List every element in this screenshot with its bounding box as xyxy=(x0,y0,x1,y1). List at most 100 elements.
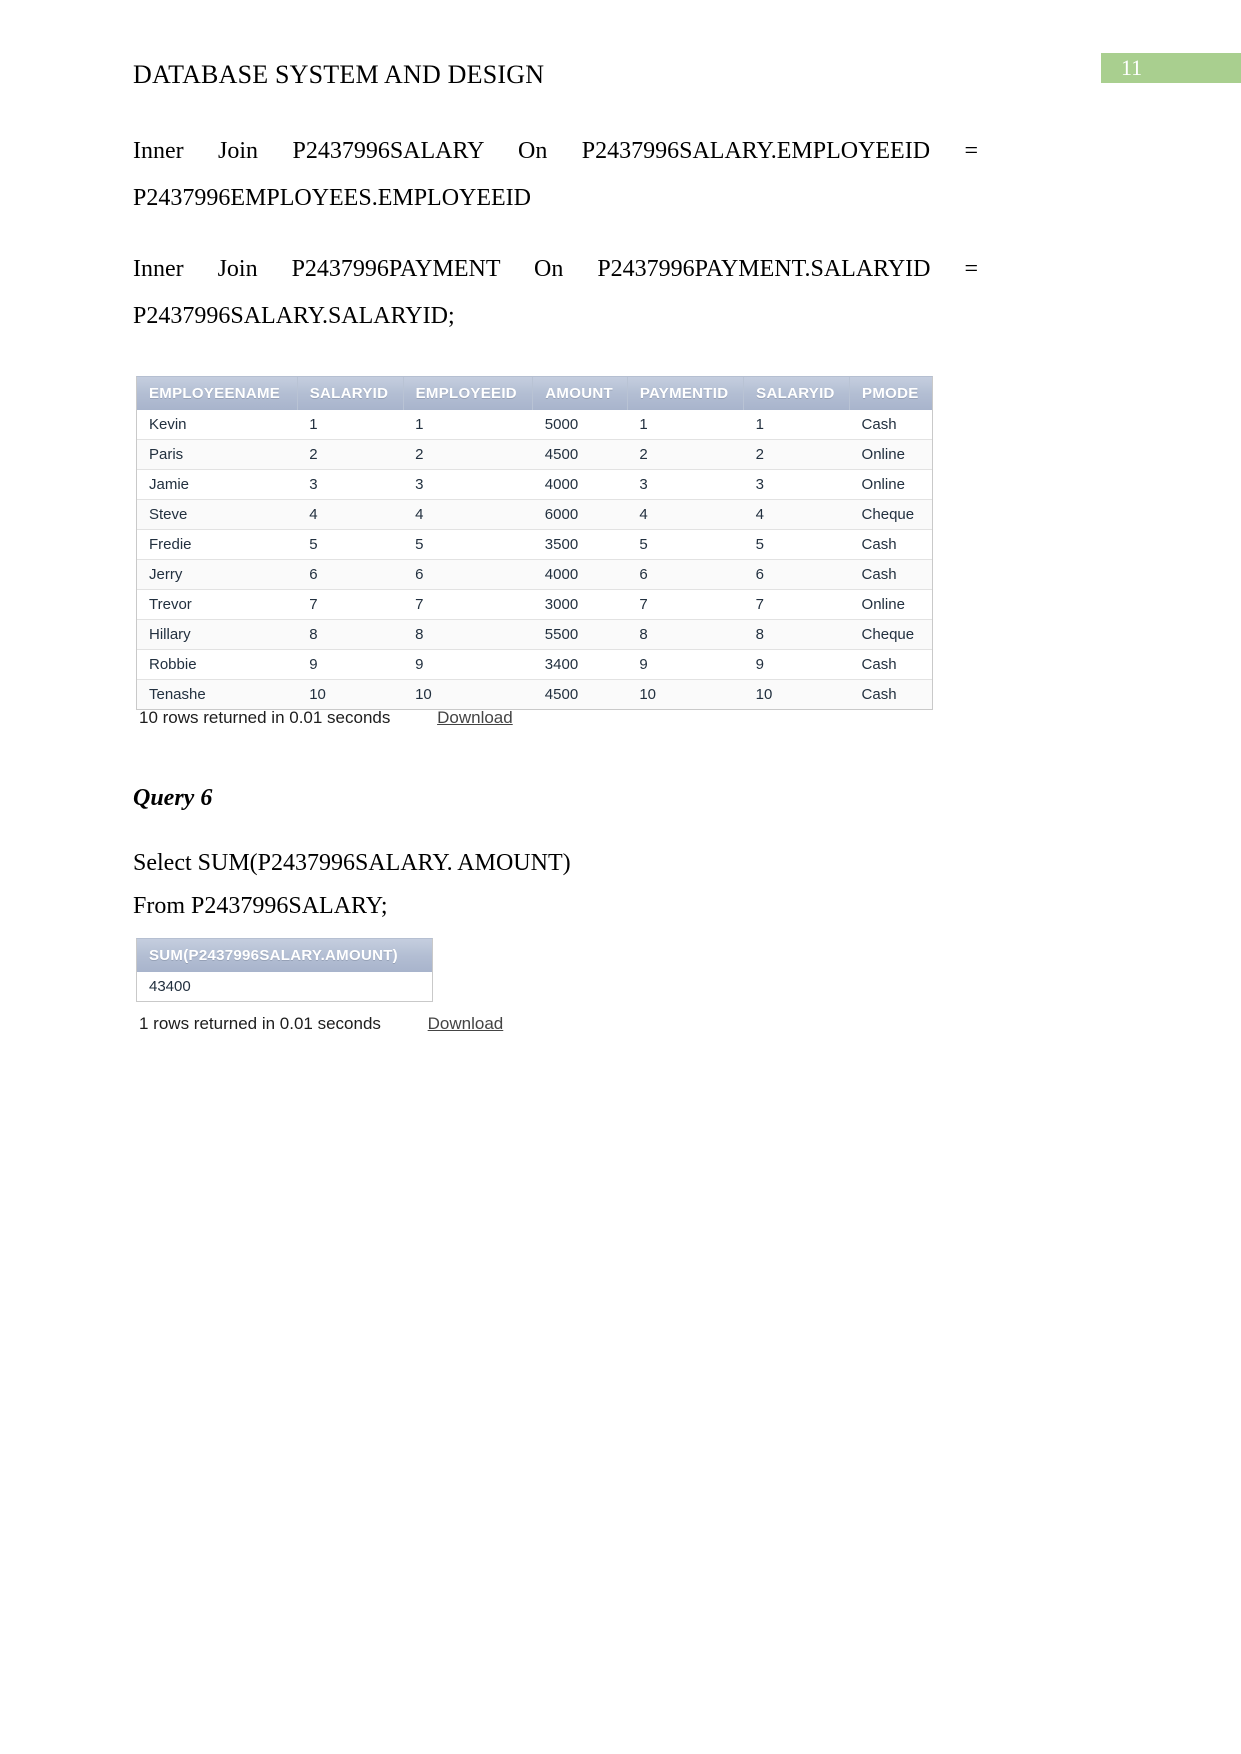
table-cell: 10 xyxy=(403,679,533,709)
page-title: DATABASE SYSTEM AND DESIGN xyxy=(133,60,545,89)
sql-statement-join-salary: Inner Join P2437996SALARY On P2437996SAL… xyxy=(133,128,978,222)
table-row: Paris 2 2 4500 2 2 Online xyxy=(137,439,932,470)
download-link[interactable]: Download xyxy=(437,708,513,728)
sql-line: Inner Join P2437996PAYMENT On P2437996PA… xyxy=(133,246,978,293)
table-cell: Online xyxy=(849,439,932,470)
table-cell: 1 xyxy=(627,410,744,440)
table-cell: 9 xyxy=(403,649,533,680)
query-result-table: EMPLOYEENAME SALARYID EMPLOYEEID AMOUNT PAYM… xyxy=(136,376,933,710)
table-cell: 3 xyxy=(403,469,533,500)
table-cell: Jerry xyxy=(137,559,298,590)
sql-token: = xyxy=(964,256,979,282)
table-cell: 1 xyxy=(743,410,850,440)
rows-returned-text: 10 rows returned in 0.01 seconds xyxy=(139,708,391,727)
sql-token: Join xyxy=(217,256,258,282)
table-cell: Robbie xyxy=(137,649,298,680)
result-table-body: 43400 xyxy=(137,972,432,1001)
table-cell: 7 xyxy=(627,589,744,620)
result-table-head: EMPLOYEENAME SALARYID EMPLOYEEID AMOUNT PAYM… xyxy=(137,377,932,410)
table-cell: Cheque xyxy=(849,619,932,650)
result-footer: 10 rows returned in 0.01 seconds Downloa… xyxy=(139,708,513,728)
table-cell: 4500 xyxy=(532,439,628,470)
table-cell: 43400 xyxy=(137,972,432,1001)
table-cell: 3 xyxy=(627,469,744,500)
table-cell: Cash xyxy=(849,410,932,440)
table-cell: 3500 xyxy=(532,529,628,560)
sql-token: = xyxy=(964,138,978,164)
query-6-heading: Query 6 xyxy=(133,785,213,811)
table-cell: 4 xyxy=(743,499,850,530)
sql-token: Join xyxy=(218,138,259,164)
table-cell: Steve xyxy=(137,499,298,530)
table-cell: 3 xyxy=(297,469,404,500)
table-cell: 3 xyxy=(743,469,850,500)
table-cell: 4 xyxy=(627,499,744,530)
table-cell: Trevor xyxy=(137,589,298,620)
result-footer-sum: 1 rows returned in 0.01 seconds Download xyxy=(139,1014,503,1034)
column-header: EMPLOYEENAME xyxy=(137,377,298,410)
table-cell: 10 xyxy=(297,679,404,709)
table-cell: 5000 xyxy=(532,410,628,440)
table-cell: Cash xyxy=(849,529,932,560)
column-header: SUM(P2437996SALARY.AMOUNT) xyxy=(137,939,432,972)
download-link[interactable]: Download xyxy=(428,1014,504,1034)
table-cell: Paris xyxy=(137,439,298,470)
table-cell: 4500 xyxy=(532,679,628,709)
table-cell: 6 xyxy=(297,559,404,590)
table-cell: Hillary xyxy=(137,619,298,650)
column-header: PAYMENTID xyxy=(627,377,745,410)
page-number-badge: 11 xyxy=(1101,53,1241,83)
table-cell: Cash xyxy=(849,649,932,680)
query-result-table-sum: SUM(P2437996SALARY.AMOUNT) 43400 xyxy=(136,938,433,1002)
result-table: EMPLOYEENAME SALARYID EMPLOYEEID AMOUNT PAYM… xyxy=(137,377,932,709)
table-cell: 2 xyxy=(743,439,850,470)
result-table-head: SUM(P2437996SALARY.AMOUNT) xyxy=(137,939,432,972)
table-cell: 9 xyxy=(743,649,850,680)
table-cell: 3000 xyxy=(532,589,628,620)
table-cell: Cheque xyxy=(849,499,932,530)
table-row: 43400 xyxy=(137,972,432,1001)
table-cell: Online xyxy=(849,469,932,500)
sql-token: Inner xyxy=(133,256,184,282)
query-6-select-line: Select SUM(P2437996SALARY. AMOUNT) xyxy=(133,850,571,876)
sql-token: P2437996SALARY xyxy=(292,138,484,164)
table-row: Hillary 8 8 5500 8 8 Cheque xyxy=(137,619,932,650)
table-cell: Online xyxy=(849,589,932,620)
table-cell: 10 xyxy=(627,679,744,709)
sql-token: On xyxy=(534,256,564,282)
table-cell: Cash xyxy=(849,679,932,709)
table-cell: 8 xyxy=(403,619,533,650)
column-header: SALARYID xyxy=(297,377,404,410)
table-cell: 2 xyxy=(627,439,744,470)
rows-returned-text: 1 rows returned in 0.01 seconds xyxy=(139,1014,381,1033)
table-cell: 1 xyxy=(403,410,533,440)
table-row: Jerry 6 6 4000 6 6 Cash xyxy=(137,559,932,590)
sql-token: On xyxy=(518,138,548,164)
table-cell: 4000 xyxy=(532,559,628,590)
sql-token: Inner xyxy=(133,138,184,164)
table-cell: 2 xyxy=(297,439,404,470)
table-cell: 9 xyxy=(297,649,404,680)
sql-statement-join-payment: Inner Join P2437996PAYMENT On P2437996PA… xyxy=(133,246,978,340)
table-cell: Tenashe xyxy=(137,679,298,709)
table-cell: Fredie xyxy=(137,529,298,560)
table-cell: 5 xyxy=(743,529,850,560)
table-cell: 1 xyxy=(297,410,404,440)
table-cell: 5 xyxy=(297,529,404,560)
table-row: Fredie 5 5 3500 5 5 Cash xyxy=(137,529,932,560)
result-table: SUM(P2437996SALARY.AMOUNT) 43400 xyxy=(137,939,432,1001)
table-cell: Jamie xyxy=(137,469,298,500)
table-cell: 9 xyxy=(627,649,744,680)
table-cell: 5 xyxy=(627,529,744,560)
table-cell: 10 xyxy=(743,679,850,709)
column-header: PMODE xyxy=(849,377,932,410)
table-row: Steve 4 4 6000 4 4 Cheque xyxy=(137,499,932,530)
table-row: Tenashe 10 10 4500 10 10 Cash xyxy=(137,679,932,709)
sql-line: Inner Join P2437996SALARY On P2437996SAL… xyxy=(133,128,978,175)
table-cell: 4 xyxy=(297,499,404,530)
column-header: SALARYID xyxy=(743,377,851,410)
table-cell: Kevin xyxy=(137,410,298,440)
table-header-row: EMPLOYEENAME SALARYID EMPLOYEEID AMOUNT PAYM… xyxy=(137,377,932,410)
column-header: AMOUNT xyxy=(532,377,628,410)
table-cell: 3400 xyxy=(532,649,628,680)
